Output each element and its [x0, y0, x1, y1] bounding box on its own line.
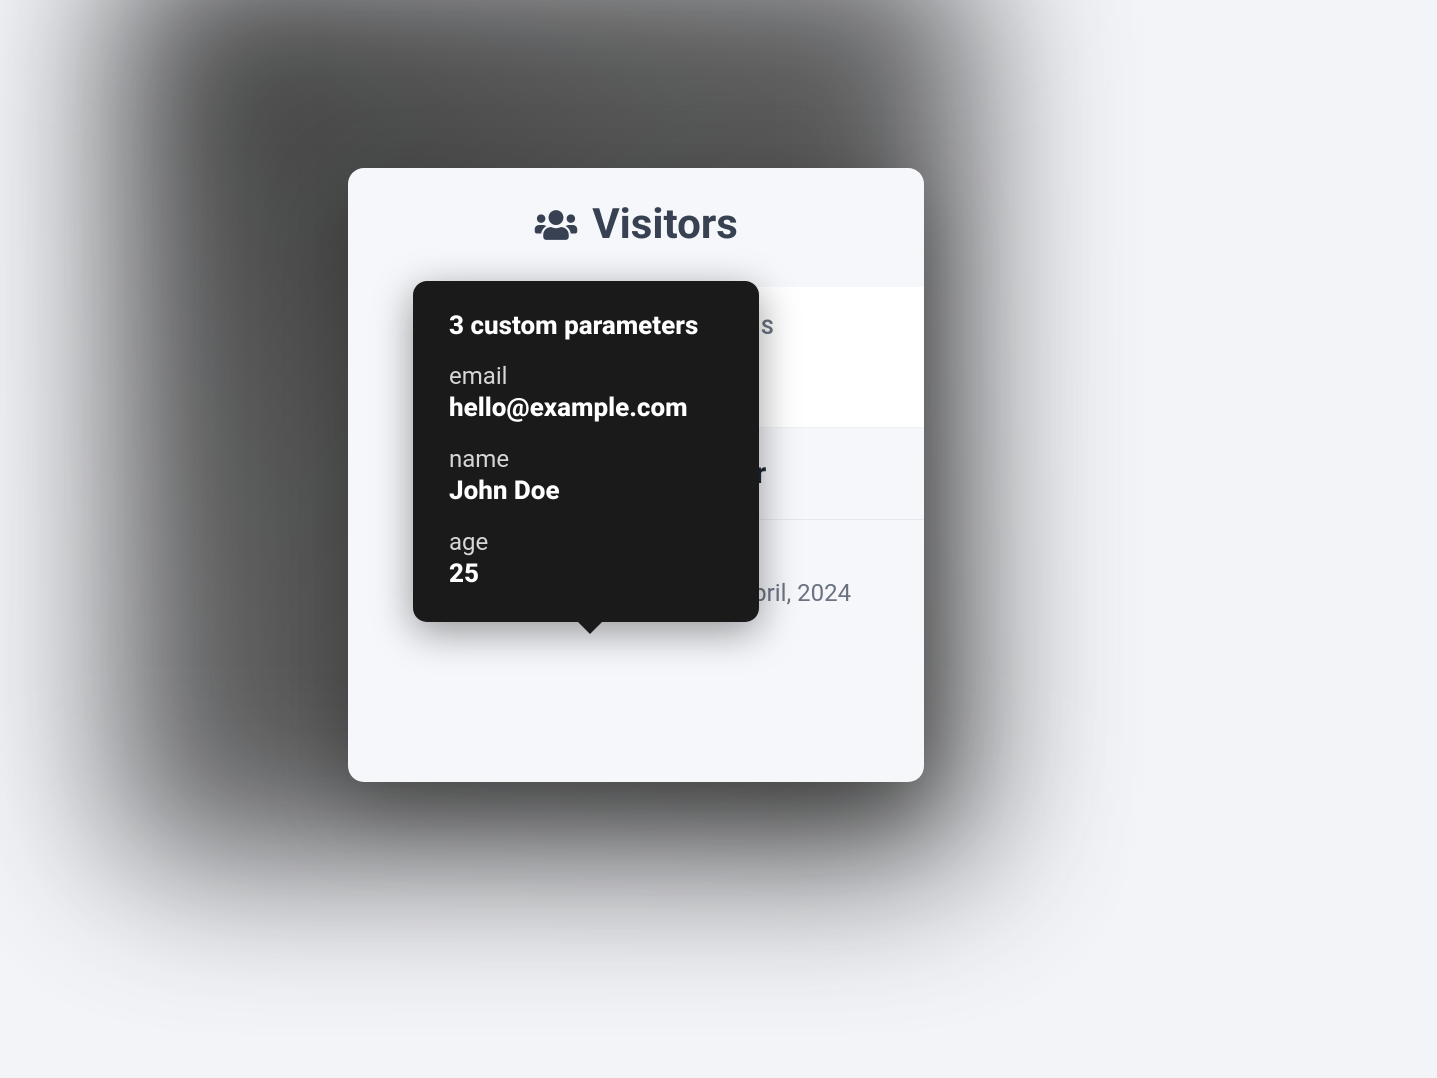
tooltip-title: 3 custom parameters	[449, 311, 723, 341]
tooltip-key: name	[449, 444, 723, 475]
card-title: Visitors	[592, 200, 738, 249]
tooltip-param-age: age 25	[449, 527, 723, 592]
tooltip-param-email: email hello@example.com	[449, 361, 723, 426]
tooltip-value: hello@example.com	[449, 392, 723, 426]
tooltip-key: email	[449, 361, 723, 392]
tooltip-param-name: name John Doe	[449, 444, 723, 509]
tooltip-value: 25	[449, 558, 723, 592]
custom-parameters-tooltip: 3 custom parameters email hello@example.…	[413, 281, 759, 622]
tooltip-value: John Doe	[449, 475, 723, 509]
users-icon	[534, 208, 578, 242]
tooltip-key: age	[449, 527, 723, 558]
card-header: Visitors	[348, 168, 924, 269]
